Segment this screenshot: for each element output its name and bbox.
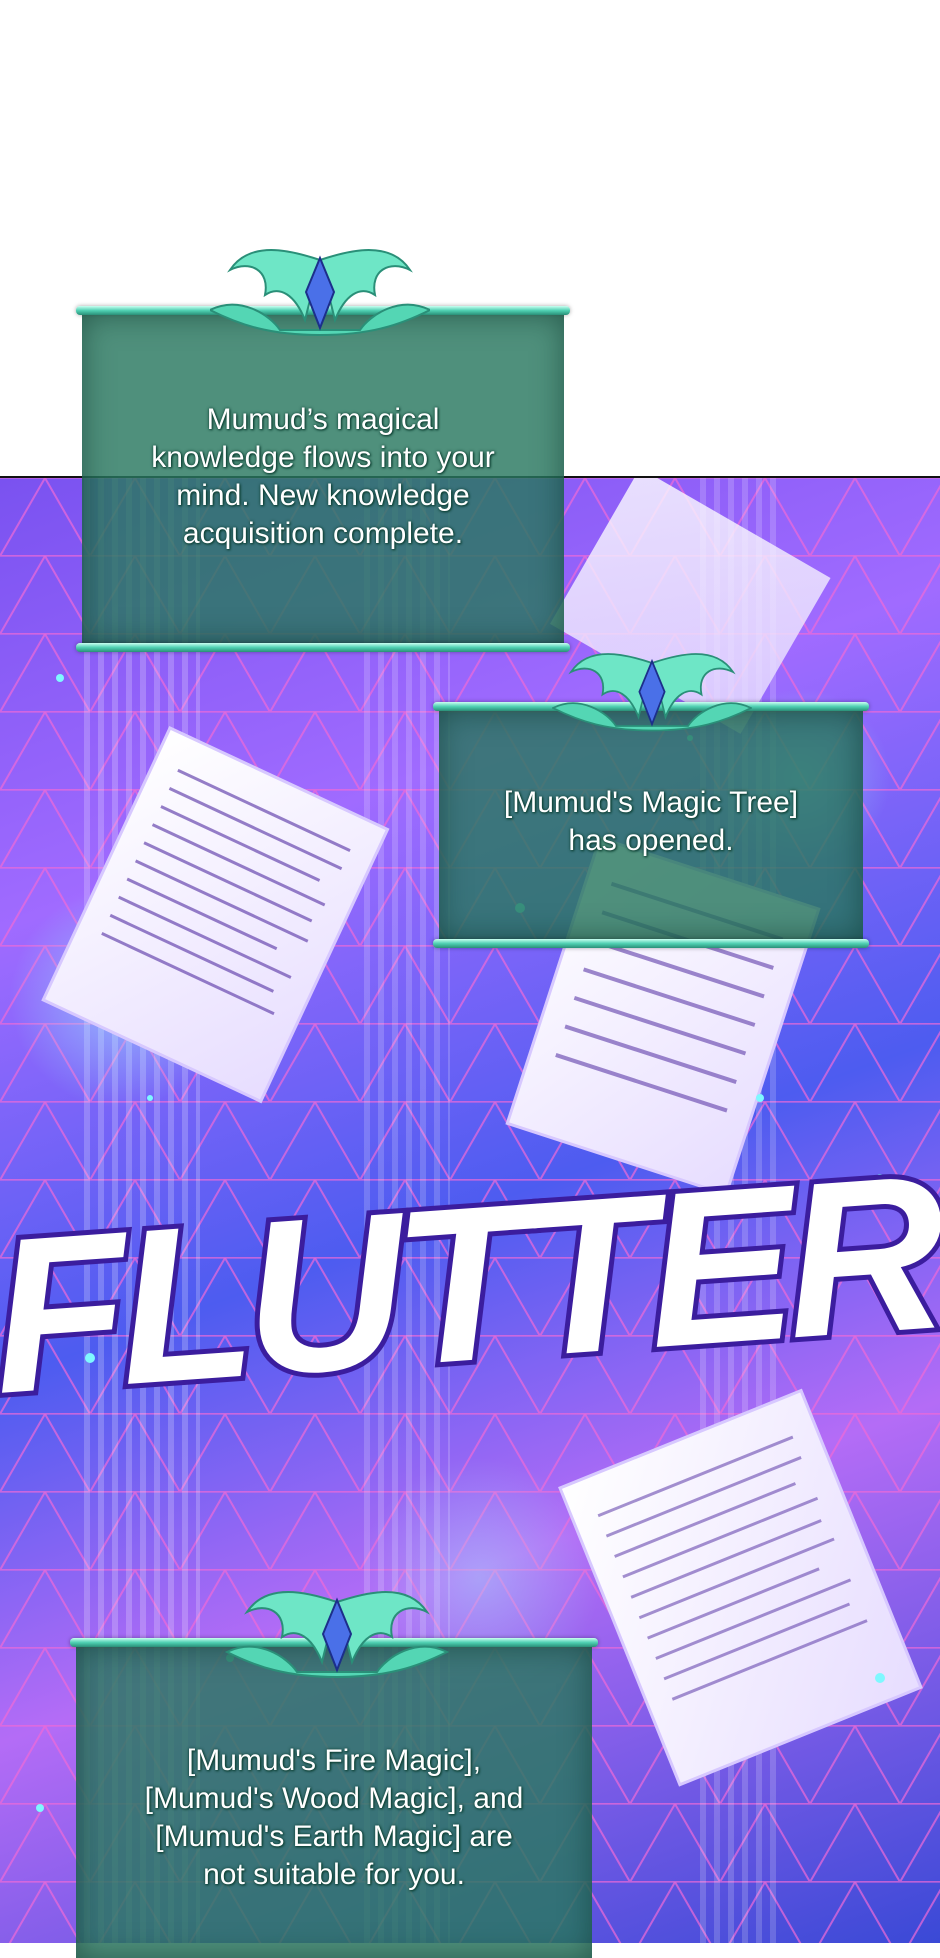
winged-crest-icon (224, 1591, 450, 1679)
winged-crest-icon (552, 653, 752, 732)
message-line: knowledge flows into your (151, 441, 495, 474)
message-line: has opened. (568, 824, 734, 857)
message-line: mind. New knowledge (176, 479, 470, 512)
window-bottom-rod (76, 643, 570, 652)
window-bottom-rod (433, 939, 869, 948)
message-line: [Mumud's Fire Magic], (186, 1744, 482, 1777)
message-line: [Mumud's Earth Magic] are (155, 1820, 513, 1853)
system-window-knowledge: Mumud’s magical knowledge flows into you… (76, 306, 570, 652)
window-message: [Mumud's Fire Magic], [Mumud's Wood Magi… (100, 1742, 568, 1894)
message-line: Mumud’s magical (206, 403, 440, 436)
system-window-magic-tree: [Mumud's Magic Tree] has opened. (433, 702, 869, 948)
system-window-unsuitable-magic: [Mumud's Fire Magic], [Mumud's Wood Magi… (70, 1638, 598, 1958)
window-message: Mumud’s magical knowledge flows into you… (106, 401, 540, 553)
message-line: acquisition complete. (182, 517, 464, 550)
message-line: not suitable for you. (203, 1858, 465, 1891)
message-line: [Mumud's Magic Tree] (503, 786, 799, 819)
window-message: [Mumud's Magic Tree] has opened. (463, 784, 839, 860)
winged-crest-icon (210, 249, 430, 337)
message-line: [Mumud's Wood Magic], and (144, 1782, 524, 1815)
